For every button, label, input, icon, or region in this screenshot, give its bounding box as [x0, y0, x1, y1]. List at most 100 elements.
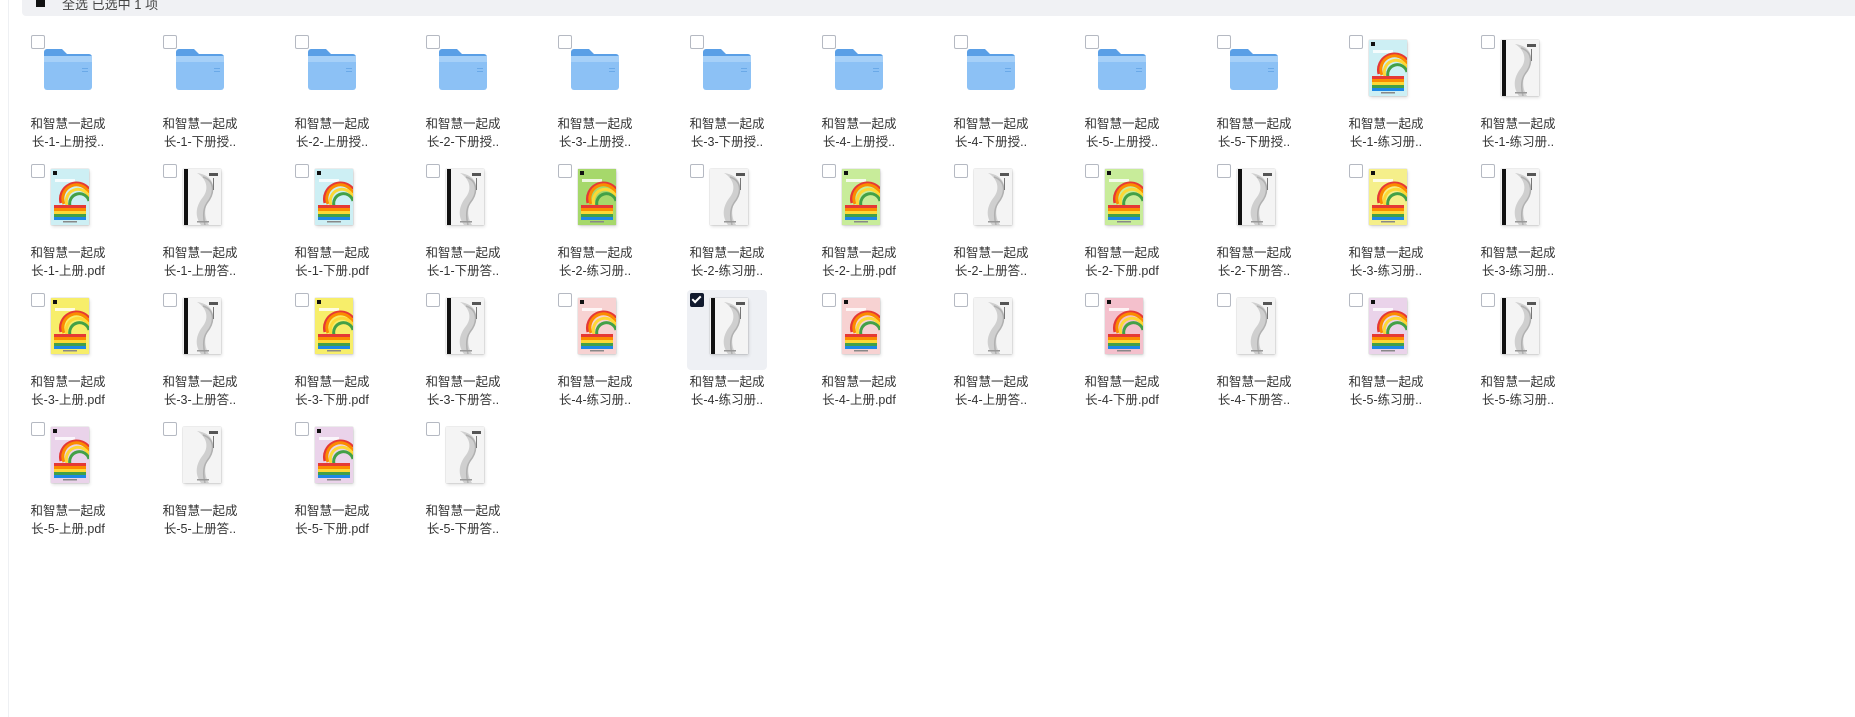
folder-item[interactable]: 和智慧一起成 长-5-下册授..	[1214, 32, 1294, 160]
item-checkbox[interactable]	[295, 293, 309, 307]
item-checkbox[interactable]	[822, 164, 836, 178]
item-checkbox[interactable]	[163, 35, 177, 49]
pdf-cover-thumbnail	[1094, 298, 1150, 354]
pdf-file-item[interactable]: 和智慧一起成 长-5-下册.pdf	[292, 419, 372, 547]
item-checkbox[interactable]	[1217, 164, 1231, 178]
file-name-line2: 长-1-上册答..	[163, 264, 237, 278]
file-name-line2: 长-5-上册授..	[1085, 135, 1159, 149]
pdf-file-item[interactable]: 和智慧一起成 长-2-下册.pdf	[1082, 161, 1162, 289]
pdf-file-item[interactable]: 和智慧一起成 长-4-练习册..	[555, 290, 635, 418]
folder-item[interactable]: 和智慧一起成 长-2-下册授..	[423, 32, 503, 160]
pdf-file-item[interactable]: 和智慧一起成 长-5-练习册..	[1346, 290, 1426, 418]
item-checkbox[interactable]	[1481, 293, 1495, 307]
pdf-file-item[interactable]: 和智慧一起成 长-2-练习册..	[687, 161, 767, 289]
item-checkbox[interactable]	[1217, 35, 1231, 49]
item-checkbox[interactable]	[690, 164, 704, 178]
item-checkbox[interactable]	[1481, 164, 1495, 178]
file-name-line2: 长-4-上册授..	[822, 135, 896, 149]
item-checkbox[interactable]	[558, 35, 572, 49]
pdf-file-item[interactable]: 和智慧一起成 长-3-练习册..	[1478, 161, 1558, 289]
pdf-file-item[interactable]: 和智慧一起成 长-3-练习册..	[1346, 161, 1426, 289]
pdf-cover-thumbnail	[40, 169, 96, 225]
select-all-checkbox[interactable]	[36, 0, 45, 7]
pdf-cover-thumbnail	[1490, 169, 1546, 225]
item-checkbox[interactable]	[163, 164, 177, 178]
file-name-line2: 长-5-上册.pdf	[31, 522, 105, 536]
pdf-cover-thumbnail	[567, 298, 623, 354]
pdf-file-item[interactable]: 和智慧一起成 长-1-练习册..	[1478, 32, 1558, 160]
item-checkbox[interactable]	[822, 293, 836, 307]
folder-item[interactable]: 和智慧一起成 长-4-下册授..	[951, 32, 1031, 160]
item-checkbox[interactable]	[295, 35, 309, 49]
pdf-file-item[interactable]: 和智慧一起成 长-3-下册.pdf	[292, 290, 372, 418]
folder-item[interactable]: 和智慧一起成 长-1-上册授..	[28, 32, 108, 160]
file-name: 和智慧一起成 长-4-下册授..	[939, 115, 1043, 151]
item-checkbox[interactable]	[1085, 35, 1099, 49]
item-checkbox[interactable]	[822, 35, 836, 49]
pdf-file-item[interactable]: 和智慧一起成 长-2-练习册..	[555, 161, 635, 289]
item-checkbox[interactable]	[295, 164, 309, 178]
folder-item[interactable]: 和智慧一起成 长-3-上册授..	[555, 32, 635, 160]
file-name: 和智慧一起成 长-5-上册.pdf	[16, 502, 120, 538]
item-checkbox[interactable]	[954, 35, 968, 49]
item-checkbox[interactable]	[558, 293, 572, 307]
file-name-line2: 长-5-下册答..	[426, 522, 500, 536]
item-checkbox[interactable]	[426, 164, 440, 178]
item-checkbox[interactable]	[31, 422, 45, 436]
item-checkbox[interactable]	[426, 293, 440, 307]
pdf-file-item[interactable]: 和智慧一起成 长-2-上册.pdf	[819, 161, 899, 289]
item-checkbox[interactable]	[1085, 164, 1099, 178]
pdf-file-item[interactable]: 和智慧一起成 长-5-练习册..	[1478, 290, 1558, 418]
pdf-file-item[interactable]: 和智慧一起成 长-1-上册.pdf	[28, 161, 108, 289]
item-checkbox[interactable]	[31, 35, 45, 49]
pdf-file-item[interactable]: 和智慧一起成 长-1-下册.pdf	[292, 161, 372, 289]
item-checkbox[interactable]	[690, 35, 704, 49]
pdf-file-item[interactable]: 和智慧一起成 长-2-上册答..	[951, 161, 1031, 289]
item-checkbox[interactable]	[295, 422, 309, 436]
folder-item[interactable]: 和智慧一起成 长-5-上册授..	[1082, 32, 1162, 160]
file-name-line1: 和智慧一起成	[821, 375, 897, 389]
item-checkbox[interactable]	[954, 293, 968, 307]
pdf-file-item[interactable]: 和智慧一起成 长-4-上册答..	[951, 290, 1031, 418]
item-checkbox[interactable]	[1085, 293, 1099, 307]
pdf-file-item[interactable]: 和智慧一起成 长-1-练习册..	[1346, 32, 1426, 160]
item-checkbox[interactable]	[1217, 293, 1231, 307]
file-name-line2: 长-4-下册授..	[954, 135, 1028, 149]
pdf-cover-thumbnail	[435, 298, 491, 354]
pdf-file-item[interactable]: 和智慧一起成 长-5-下册答..	[423, 419, 503, 547]
file-name-line2: 长-1-练习册..	[1349, 135, 1423, 149]
pdf-file-item[interactable]: 和智慧一起成 长-1-下册答..	[423, 161, 503, 289]
pdf-file-item[interactable]: 和智慧一起成 长-4-练习册..	[687, 290, 767, 418]
file-name-line1: 和智慧一起成	[1084, 246, 1160, 260]
pdf-file-item[interactable]: 和智慧一起成 长-5-上册答..	[160, 419, 240, 547]
pdf-file-item[interactable]: 和智慧一起成 长-3-下册答..	[423, 290, 503, 418]
item-checkbox[interactable]	[1481, 35, 1495, 49]
folder-item[interactable]: 和智慧一起成 长-3-下册授..	[687, 32, 767, 160]
item-checkbox[interactable]	[954, 164, 968, 178]
item-checkbox[interactable]	[426, 35, 440, 49]
item-checkbox[interactable]	[558, 164, 572, 178]
item-checkbox[interactable]	[31, 293, 45, 307]
folder-item[interactable]: 和智慧一起成 长-4-上册授..	[819, 32, 899, 160]
folder-item[interactable]: 和智慧一起成 长-2-上册授..	[292, 32, 372, 160]
pdf-file-item[interactable]: 和智慧一起成 长-4-下册答..	[1214, 290, 1294, 418]
item-checkbox[interactable]	[163, 293, 177, 307]
pdf-file-item[interactable]: 和智慧一起成 长-3-上册.pdf	[28, 290, 108, 418]
item-checkbox[interactable]	[163, 422, 177, 436]
folder-icon	[40, 40, 96, 96]
pdf-file-item[interactable]: 和智慧一起成 长-2-下册答..	[1214, 161, 1294, 289]
item-checkbox[interactable]	[1349, 35, 1363, 49]
pdf-file-item[interactable]: 和智慧一起成 长-4-上册.pdf	[819, 290, 899, 418]
item-checkbox[interactable]	[31, 164, 45, 178]
item-checkbox[interactable]	[1349, 164, 1363, 178]
item-checkbox[interactable]	[426, 422, 440, 436]
pdf-file-item[interactable]: 和智慧一起成 长-5-上册.pdf	[28, 419, 108, 547]
folder-item[interactable]: 和智慧一起成 长-1-下册授..	[160, 32, 240, 160]
file-name-line2: 长-5-练习册..	[1349, 393, 1423, 407]
pdf-file-item[interactable]: 和智慧一起成 长-1-上册答..	[160, 161, 240, 289]
pdf-file-item[interactable]: 和智慧一起成 长-4-下册.pdf	[1082, 290, 1162, 418]
pdf-file-item[interactable]: 和智慧一起成 长-3-上册答..	[160, 290, 240, 418]
pdf-cover-thumbnail	[699, 298, 755, 354]
item-checkbox[interactable]	[690, 293, 704, 307]
item-checkbox[interactable]	[1349, 293, 1363, 307]
